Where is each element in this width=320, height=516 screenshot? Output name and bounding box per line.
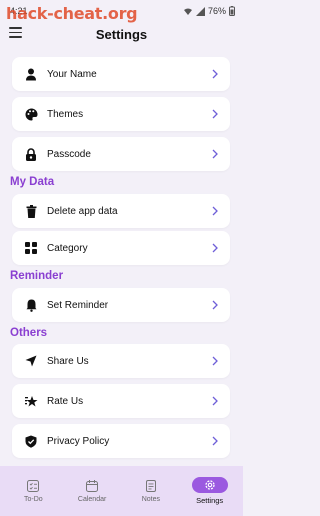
chevron-right-icon (212, 206, 218, 216)
chevron-right-icon (212, 356, 218, 366)
gear-icon (204, 480, 215, 490)
nav-todo-label: To-Do (24, 496, 43, 503)
privacy-policy-item[interactable]: Privacy Policy (12, 424, 230, 458)
set-reminder-item[interactable]: Set Reminder (12, 288, 230, 322)
send-icon (23, 353, 39, 369)
delete-app-data-item[interactable]: Delete app data (12, 194, 230, 228)
notes-icon (145, 480, 156, 492)
themes-label: Themes (47, 108, 84, 120)
set-reminder-label: Set Reminder (47, 299, 109, 311)
calendar-icon (86, 480, 99, 492)
nav-settings[interactable]: Settings (182, 471, 237, 511)
section-others: Others (10, 327, 48, 339)
signal-icon (195, 6, 205, 16)
nav-todo[interactable]: To-Do (6, 471, 61, 511)
palette-icon (23, 106, 39, 122)
nav-settings-pill (191, 477, 228, 493)
chevron-right-icon (212, 436, 218, 446)
your-name-item[interactable]: Your Name (12, 57, 230, 91)
section-reminder: Reminder (10, 270, 64, 282)
category-label: Category (47, 242, 88, 254)
chevron-right-icon (212, 69, 218, 79)
rate-us-label: Rate Us (47, 395, 84, 407)
share-us-item[interactable]: Share Us (12, 344, 230, 378)
status-right: 76% (183, 6, 235, 16)
delete-app-data-label: Delete app data (47, 205, 118, 217)
rate-us-item[interactable]: Rate Us (12, 384, 230, 418)
nav-settings-label: Settings (196, 496, 224, 505)
chevron-right-icon (212, 109, 218, 119)
person-icon (23, 66, 39, 82)
wifi-icon (183, 8, 192, 15)
page-title: Settings (95, 27, 148, 42)
nav-calendar-label: Calendar (77, 496, 107, 503)
bottom-nav: To-Do Calendar Notes Settings (0, 466, 243, 516)
nav-calendar[interactable]: Calendar (65, 471, 120, 511)
passcode-label: Passcode (47, 148, 91, 160)
battery-icon (229, 6, 235, 16)
themes-item[interactable]: Themes (12, 97, 230, 131)
nav-notes[interactable]: Notes (123, 471, 178, 511)
privacy-policy-label: Privacy Policy (47, 435, 110, 447)
star-rate-icon (23, 393, 39, 409)
category-item[interactable]: Category (12, 231, 230, 265)
category-grid-icon (23, 240, 39, 256)
section-my-data: My Data (10, 176, 55, 188)
your-name-label: Your Name (47, 68, 97, 80)
chevron-right-icon (212, 396, 218, 406)
shield-check-icon (23, 433, 39, 449)
lock-icon (23, 146, 39, 162)
todo-icon (27, 480, 40, 492)
chevron-right-icon (212, 149, 218, 159)
watermark: hack-cheat.org (6, 4, 138, 23)
battery-level: 76% (207, 6, 226, 16)
trash-icon (23, 203, 39, 219)
chevron-right-icon (212, 243, 218, 253)
share-us-label: Share Us (47, 355, 89, 367)
passcode-item[interactable]: Passcode (12, 137, 230, 171)
chevron-right-icon (212, 300, 218, 310)
header: Settings (0, 22, 243, 52)
nav-notes-label: Notes (141, 496, 161, 503)
bell-icon (23, 297, 39, 313)
